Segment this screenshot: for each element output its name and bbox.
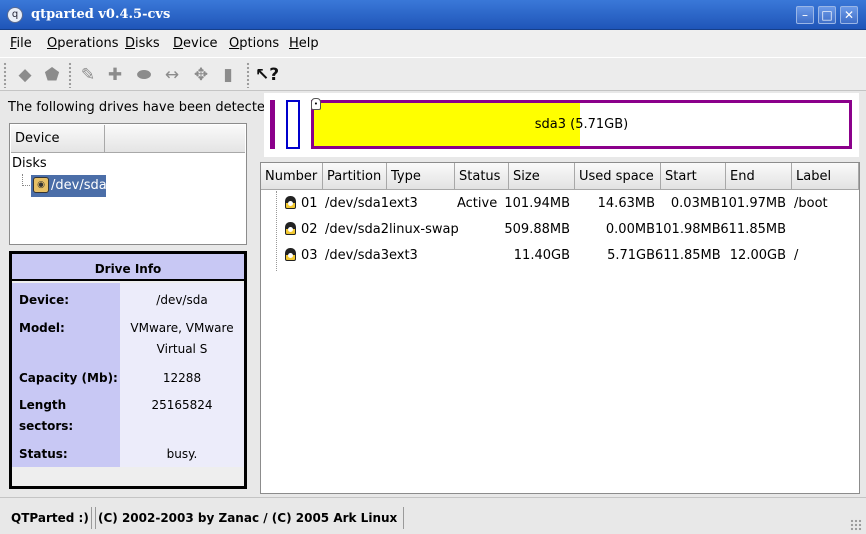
tree-item-label: /dev/sda (51, 178, 107, 193)
tree-branch-line (276, 191, 284, 271)
column-header-used-space[interactable]: Used space (575, 163, 661, 190)
cell-end: 12.00GB (729, 248, 786, 263)
cell-number: 03 (301, 248, 318, 263)
cell-status: Active (457, 196, 498, 211)
harddisk-icon: ◉ (33, 177, 49, 193)
cell-used-space: 14.63MB (597, 196, 655, 211)
tux-icon: • (311, 98, 321, 110)
cell-partition: /dev/sda3 (325, 248, 389, 263)
toolbar-grip[interactable] (68, 62, 72, 88)
eraser-filled-icon[interactable]: ⬟ (40, 63, 64, 87)
disk-map: sda3 (5.71GB) • (264, 93, 859, 157)
cell-size: 509.88MB (504, 222, 570, 237)
tux-icon (285, 196, 296, 209)
status-app-name: QTParted :) (5, 507, 96, 529)
cell-used-space: 0.00MB (605, 222, 655, 237)
drive-info-value: busy. (166, 447, 198, 461)
title-bar: q qtparted v0.4.5-cvs – □ ✕ (0, 0, 866, 30)
toolbar-grip[interactable] (246, 62, 250, 88)
drive-info-value: 25165824 (151, 398, 213, 412)
column-header-end[interactable]: End (726, 163, 792, 190)
drive-info-key: Model: (19, 321, 65, 335)
detected-label: The following drives have been detected: (8, 100, 278, 115)
resize-grip[interactable] (850, 519, 862, 531)
trash-icon[interactable]: ▮ (216, 63, 240, 87)
cell-end: 611.85MB (720, 222, 786, 237)
status-bar: QTParted :) (C) 2002-2003 by Zanac / (C)… (0, 497, 866, 534)
menu-device[interactable]: Device (173, 36, 217, 51)
drive-info-key: Capacity (Mb): (19, 371, 118, 385)
cell-start: 101.98MB (655, 222, 721, 237)
device-tree-header: Device (11, 125, 245, 153)
menu-operations[interactable]: Operations (47, 36, 118, 51)
partition-block-label: sda3 (5.71GB) (534, 117, 629, 132)
cell-type: ext3 (389, 248, 418, 263)
tree-item-sda[interactable]: ◉ /dev/sda (31, 175, 107, 197)
cell-size: 11.40GB (513, 248, 570, 263)
menu-help[interactable]: Help (289, 36, 319, 51)
cell-partition: /dev/sda1 (325, 196, 389, 211)
drive-info-value: /dev/sda (156, 293, 208, 307)
maximize-button[interactable]: □ (818, 6, 836, 24)
menu-file[interactable]: File (10, 36, 32, 51)
device-column-header[interactable]: Device (11, 125, 105, 152)
drive-info-key: Length sectors: (19, 398, 74, 433)
toolbar: ◆ ⬟ ✎ ✚ ⬬ ↔ ✥ ▮ ↖? (0, 57, 866, 91)
cell-type: linux-swap (389, 222, 459, 237)
partition-block-sda3[interactable]: sda3 (5.71GB) (311, 100, 852, 149)
menu-bar: File Operations Disks Device Options Hel… (0, 30, 866, 57)
wrench-icon[interactable]: ✎ (76, 63, 100, 87)
menu-options[interactable]: Options (229, 36, 279, 51)
column-header-type[interactable]: Type (387, 163, 455, 190)
cell-start: 611.85MB (655, 248, 721, 263)
drive-info-panel: Drive Info Device: /dev/sda Model: VMwar… (9, 251, 247, 489)
cell-used-space: 5.71GB (607, 248, 655, 263)
drive-info-value: 12288 (162, 371, 202, 385)
eraser-icon[interactable]: ◆ (13, 63, 37, 87)
tux-icon (285, 248, 296, 261)
extended-partition-bar[interactable] (270, 100, 275, 149)
puzzle-icon[interactable]: ✚ (103, 63, 127, 87)
cell-size: 101.94MB (504, 196, 570, 211)
cell-type: ext3 (389, 196, 418, 211)
cell-number: 01 (301, 196, 318, 211)
cell-end: 101.97MB (720, 196, 786, 211)
eraser-alt-icon[interactable]: ⬬ (132, 63, 156, 87)
app-icon: q (7, 7, 23, 23)
free-space-block[interactable] (286, 100, 300, 149)
whats-this-icon[interactable]: ↖? (255, 63, 279, 87)
window-title: qtparted v0.4.5-cvs (31, 7, 171, 22)
drive-info-title: Drive Info (12, 254, 244, 281)
column-header-partition[interactable]: Partition (323, 163, 387, 190)
tux-icon (285, 222, 296, 235)
move-icon[interactable]: ✥ (189, 63, 213, 87)
tree-root-disks[interactable]: Disks (12, 156, 47, 171)
tree-branch-line (22, 174, 30, 186)
cell-number: 02 (301, 222, 318, 237)
drive-info-key: Status: (19, 447, 68, 461)
resize-icon[interactable]: ↔ (160, 63, 184, 87)
cell-label: /boot (794, 196, 828, 211)
close-button[interactable]: ✕ (840, 6, 858, 24)
column-header-size[interactable]: Size (509, 163, 575, 190)
column-header-number[interactable]: Number (261, 163, 323, 190)
cell-start: 0.03MB (670, 196, 720, 211)
device-tree[interactable]: Device Disks ◉ /dev/sda (9, 123, 247, 245)
status-copyright: (C) 2002-2003 by Zanac / (C) 2005 Ark Li… (91, 507, 405, 529)
toolbar-grip[interactable] (3, 62, 7, 88)
column-header-label[interactable]: Label (792, 163, 859, 190)
column-header-start[interactable]: Start (661, 163, 726, 190)
cell-partition: /dev/sda2 (325, 222, 389, 237)
drive-info-value: VMware, VMware Virtual S (130, 321, 234, 356)
drive-info-key: Device: (19, 293, 70, 307)
minimize-button[interactable]: – (796, 6, 814, 24)
cell-label: / (794, 248, 799, 263)
column-header-status[interactable]: Status (455, 163, 509, 190)
menu-disks[interactable]: Disks (125, 36, 160, 51)
partition-table[interactable]: Number Partition Type Status Size Used s… (260, 162, 860, 494)
